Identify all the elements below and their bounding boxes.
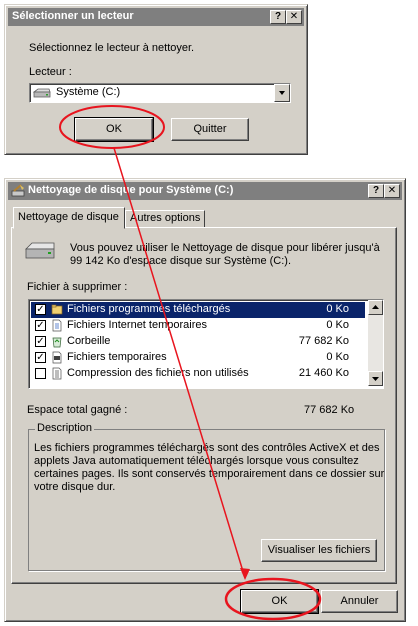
ok-label: OK [271,595,288,607]
disk-cleanup-title: Nettoyage de disque pour Système (C:) [28,184,234,196]
ok-label: OK [106,123,122,135]
total-space-label: Espace total gagné : [27,404,128,416]
intro-line-2: 99 142 Ko d'espace disque sur Système (C… [70,255,291,267]
file-size: 77 682 Ko [298,335,349,347]
disk-cleanup-icon [11,184,25,197]
document-icon [52,351,62,364]
compress-icon [52,367,62,380]
close-button[interactable]: ✕ [384,184,400,198]
list-item[interactable]: Compression des fichiers non utilisés 21… [31,366,365,382]
total-space-value: 77 682 Ko [304,404,355,416]
view-files-label: Visualiser les fichiers [267,544,371,556]
select-drive-title: Sélectionner un lecteur [12,10,134,22]
description-line-4: votre disque dur. [34,481,116,493]
list-item[interactable]: ✓ Fichiers Internet temporaires 0 Ko [31,318,365,334]
arrow-down-icon [372,377,379,381]
arrow-up-icon [372,305,379,309]
file-label: Fichiers programmes téléchargés [67,303,231,315]
list-scrollbar[interactable] [368,300,383,386]
drive-prompt: Sélectionnez le lecteur à nettoyer. [29,42,195,54]
files-to-delete-label: Fichier à supprimer : [27,281,128,293]
cancel-button[interactable]: Annuler [321,590,398,613]
description-line-1: Les fichiers programmes téléchargés sont… [34,442,380,454]
tab-disk-cleanup-label: Nettoyage de disque [18,211,119,223]
quit-label: Quitter [193,123,227,135]
file-label: Fichiers temporaires [67,351,167,363]
help-button[interactable]: ? [368,184,384,198]
description-line-3: certaines pages. Ils sont conservés temp… [34,468,385,480]
ok-button[interactable]: OK [74,117,154,142]
recycle-bin-icon [52,337,62,348]
list-item[interactable]: ✓ Corbeille 77 682 Ko [31,334,365,350]
disk-cleanup-titlebar[interactable]: Nettoyage de disque pour Système (C:) ? … [8,182,402,200]
file-label: Compression des fichiers non utilisés [67,367,249,379]
drive-icon [33,88,51,98]
drive-label: Lecteur : [29,66,72,78]
tab-other-options-label: Autres options [130,212,201,224]
files-list[interactable]: ✓ Fichiers programmes téléchargés 0 Ko ✓… [28,299,384,389]
drive-select[interactable]: Système (C:) [29,83,291,103]
checkbox-checked[interactable]: ✓ [35,304,46,315]
scroll-down-button[interactable] [368,371,383,386]
tab-other-options[interactable]: Autres options [125,210,205,228]
view-files-button[interactable]: Visualiser les fichiers [261,539,377,562]
help-button[interactable]: ? [270,10,286,24]
checkbox-checked[interactable]: ✓ [35,336,46,347]
file-label: Fichiers Internet temporaires [67,319,207,331]
dropdown-arrow-button[interactable] [274,84,290,102]
scroll-up-button[interactable] [368,300,383,315]
folder-icon [51,304,63,315]
file-label: Corbeille [67,335,111,347]
checkbox-unchecked[interactable] [35,368,46,379]
ok-button[interactable]: OK [240,589,319,614]
select-drive-titlebar[interactable]: Sélectionner un lecteur ? ✕ [8,8,304,26]
file-size: 0 Ko [326,303,349,315]
list-item[interactable]: ✓ Fichiers temporaires 0 Ko [31,350,365,366]
tab-disk-cleanup[interactable]: Nettoyage de disque [13,207,125,229]
close-button[interactable]: ✕ [286,10,302,24]
description-group: Description Les fichiers programmes télé… [28,422,385,571]
file-size: 0 Ko [326,351,349,363]
file-size: 0 Ko [326,319,349,331]
checkbox-checked[interactable]: ✓ [35,320,46,331]
list-item[interactable]: ✓ Fichiers programmes téléchargés 0 Ko [31,302,365,318]
tab-panel: Vous pouvez utiliser le Nettoyage de dis… [11,227,397,584]
file-size: 21 460 Ko [298,367,349,379]
checkbox-checked[interactable]: ✓ [35,352,46,363]
quit-button[interactable]: Quitter [171,118,249,141]
select-drive-dialog: Sélectionner un lecteur ? ✕ Sélectionnez… [4,4,308,155]
intro-line-1: Vous pouvez utiliser le Nettoyage de dis… [70,242,380,254]
drive-value: Système (C:) [56,86,121,98]
disk-cleanup-dialog: Nettoyage de disque pour Système (C:) ? … [4,178,406,622]
description-title: Description [35,422,95,434]
chevron-down-icon [279,91,285,95]
cancel-label: Annuler [340,595,379,607]
document-icon [52,319,62,332]
hard-drive-icon [25,242,55,259]
description-line-2: applets Java automatiquement téléchargés… [34,455,359,467]
